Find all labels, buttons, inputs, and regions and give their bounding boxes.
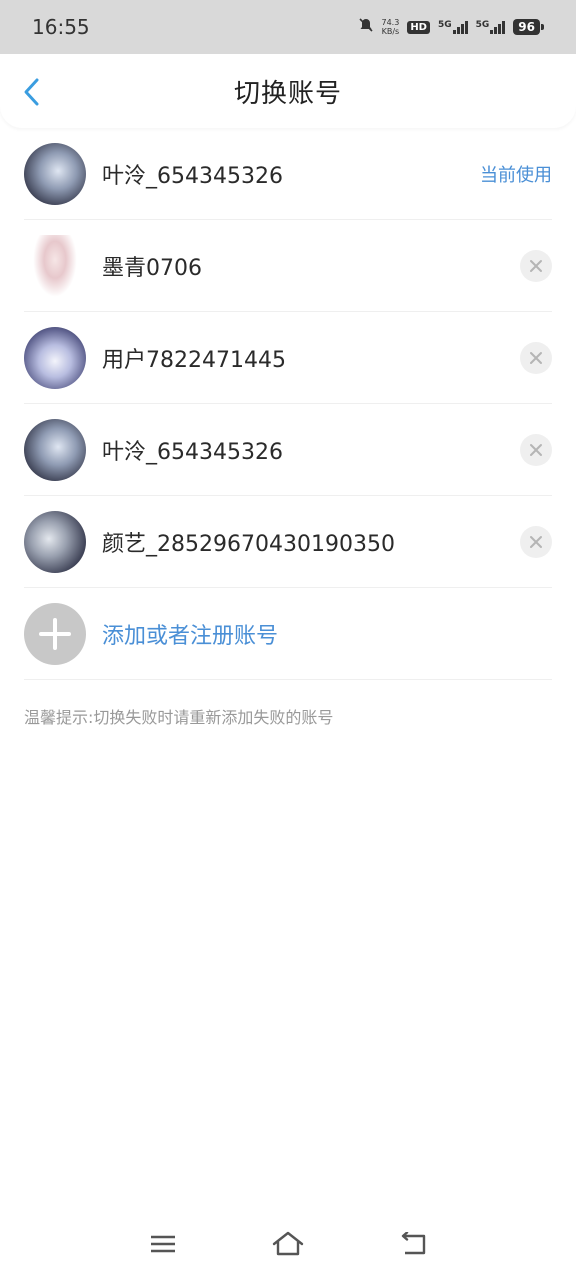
hd-badge: HD bbox=[407, 20, 430, 34]
menu-button[interactable] bbox=[143, 1224, 183, 1264]
avatar bbox=[24, 142, 86, 205]
home-icon bbox=[272, 1231, 304, 1256]
avatar bbox=[24, 510, 86, 573]
remove-account-button[interactable] bbox=[520, 249, 552, 282]
close-icon bbox=[530, 443, 542, 456]
signal-2: 5G bbox=[476, 20, 506, 34]
net-speed: 74.3 KB/s bbox=[382, 18, 400, 36]
signal-bars-icon bbox=[490, 20, 506, 34]
account-name: 叶泠_654345326 bbox=[102, 163, 283, 189]
battery-indicator: 96 bbox=[513, 19, 544, 35]
avatar bbox=[33, 234, 77, 297]
back-nav-button[interactable] bbox=[393, 1224, 433, 1264]
signal-1: 5G bbox=[438, 20, 468, 34]
back-button[interactable] bbox=[18, 76, 44, 108]
system-nav-bar bbox=[0, 1208, 576, 1280]
remove-account-button[interactable] bbox=[520, 433, 552, 466]
net-type-1: 5G bbox=[437, 20, 452, 30]
account-list: 叶泠_654345326 当前使用 墨青0706 用户7822471445 叶泠… bbox=[0, 128, 576, 680]
tip-text: 温馨提示:切换失败时请重新添加失败的账号 bbox=[24, 708, 334, 727]
status-time: 16:55 bbox=[32, 15, 90, 39]
account-name: 用户7822471445 bbox=[102, 347, 286, 373]
account-row[interactable]: 用户7822471445 bbox=[24, 312, 552, 404]
account-name: 墨青0706 bbox=[102, 255, 202, 281]
avatar bbox=[24, 418, 86, 481]
account-name: 叶泠_654345326 bbox=[102, 439, 283, 465]
net-type-2: 5G bbox=[475, 20, 490, 30]
account-name: 颜艺_28529670430190350 bbox=[102, 531, 395, 557]
avatar bbox=[24, 326, 86, 389]
status-icons: 74.3 KB/s HD 5G 5G 96 bbox=[358, 17, 544, 37]
current-use-label: 当前使用 bbox=[480, 164, 552, 186]
close-icon bbox=[530, 259, 542, 272]
account-row[interactable]: 叶泠_654345326 bbox=[24, 404, 552, 496]
remove-account-button[interactable] bbox=[520, 525, 552, 558]
plus-icon bbox=[39, 617, 71, 650]
chevron-left-icon bbox=[24, 78, 39, 106]
title-bar: 切换账号 bbox=[0, 54, 576, 128]
signal-bars-icon bbox=[452, 20, 468, 34]
net-speed-unit: KB/s bbox=[381, 27, 400, 36]
mute-icon bbox=[358, 17, 374, 37]
close-icon bbox=[530, 535, 542, 548]
back-arrow-icon bbox=[402, 1232, 426, 1255]
status-bar: 16:55 74.3 KB/s HD 5G 5G 96 bbox=[0, 0, 576, 54]
remove-account-button[interactable] bbox=[520, 341, 552, 374]
home-button[interactable] bbox=[268, 1224, 308, 1264]
account-row[interactable]: 墨青0706 bbox=[24, 220, 552, 312]
close-icon bbox=[530, 351, 542, 364]
net-speed-value: 74.3 bbox=[381, 18, 400, 27]
add-account-button[interactable] bbox=[24, 602, 86, 665]
add-account-row[interactable]: 添加或者注册账号 bbox=[24, 588, 552, 680]
menu-icon bbox=[150, 1235, 175, 1253]
account-row[interactable]: 颜艺_28529670430190350 bbox=[24, 496, 552, 588]
page-title: 切换账号 bbox=[233, 78, 342, 109]
account-row[interactable]: 叶泠_654345326 当前使用 bbox=[24, 128, 552, 220]
add-account-label[interactable]: 添加或者注册账号 bbox=[102, 618, 278, 650]
